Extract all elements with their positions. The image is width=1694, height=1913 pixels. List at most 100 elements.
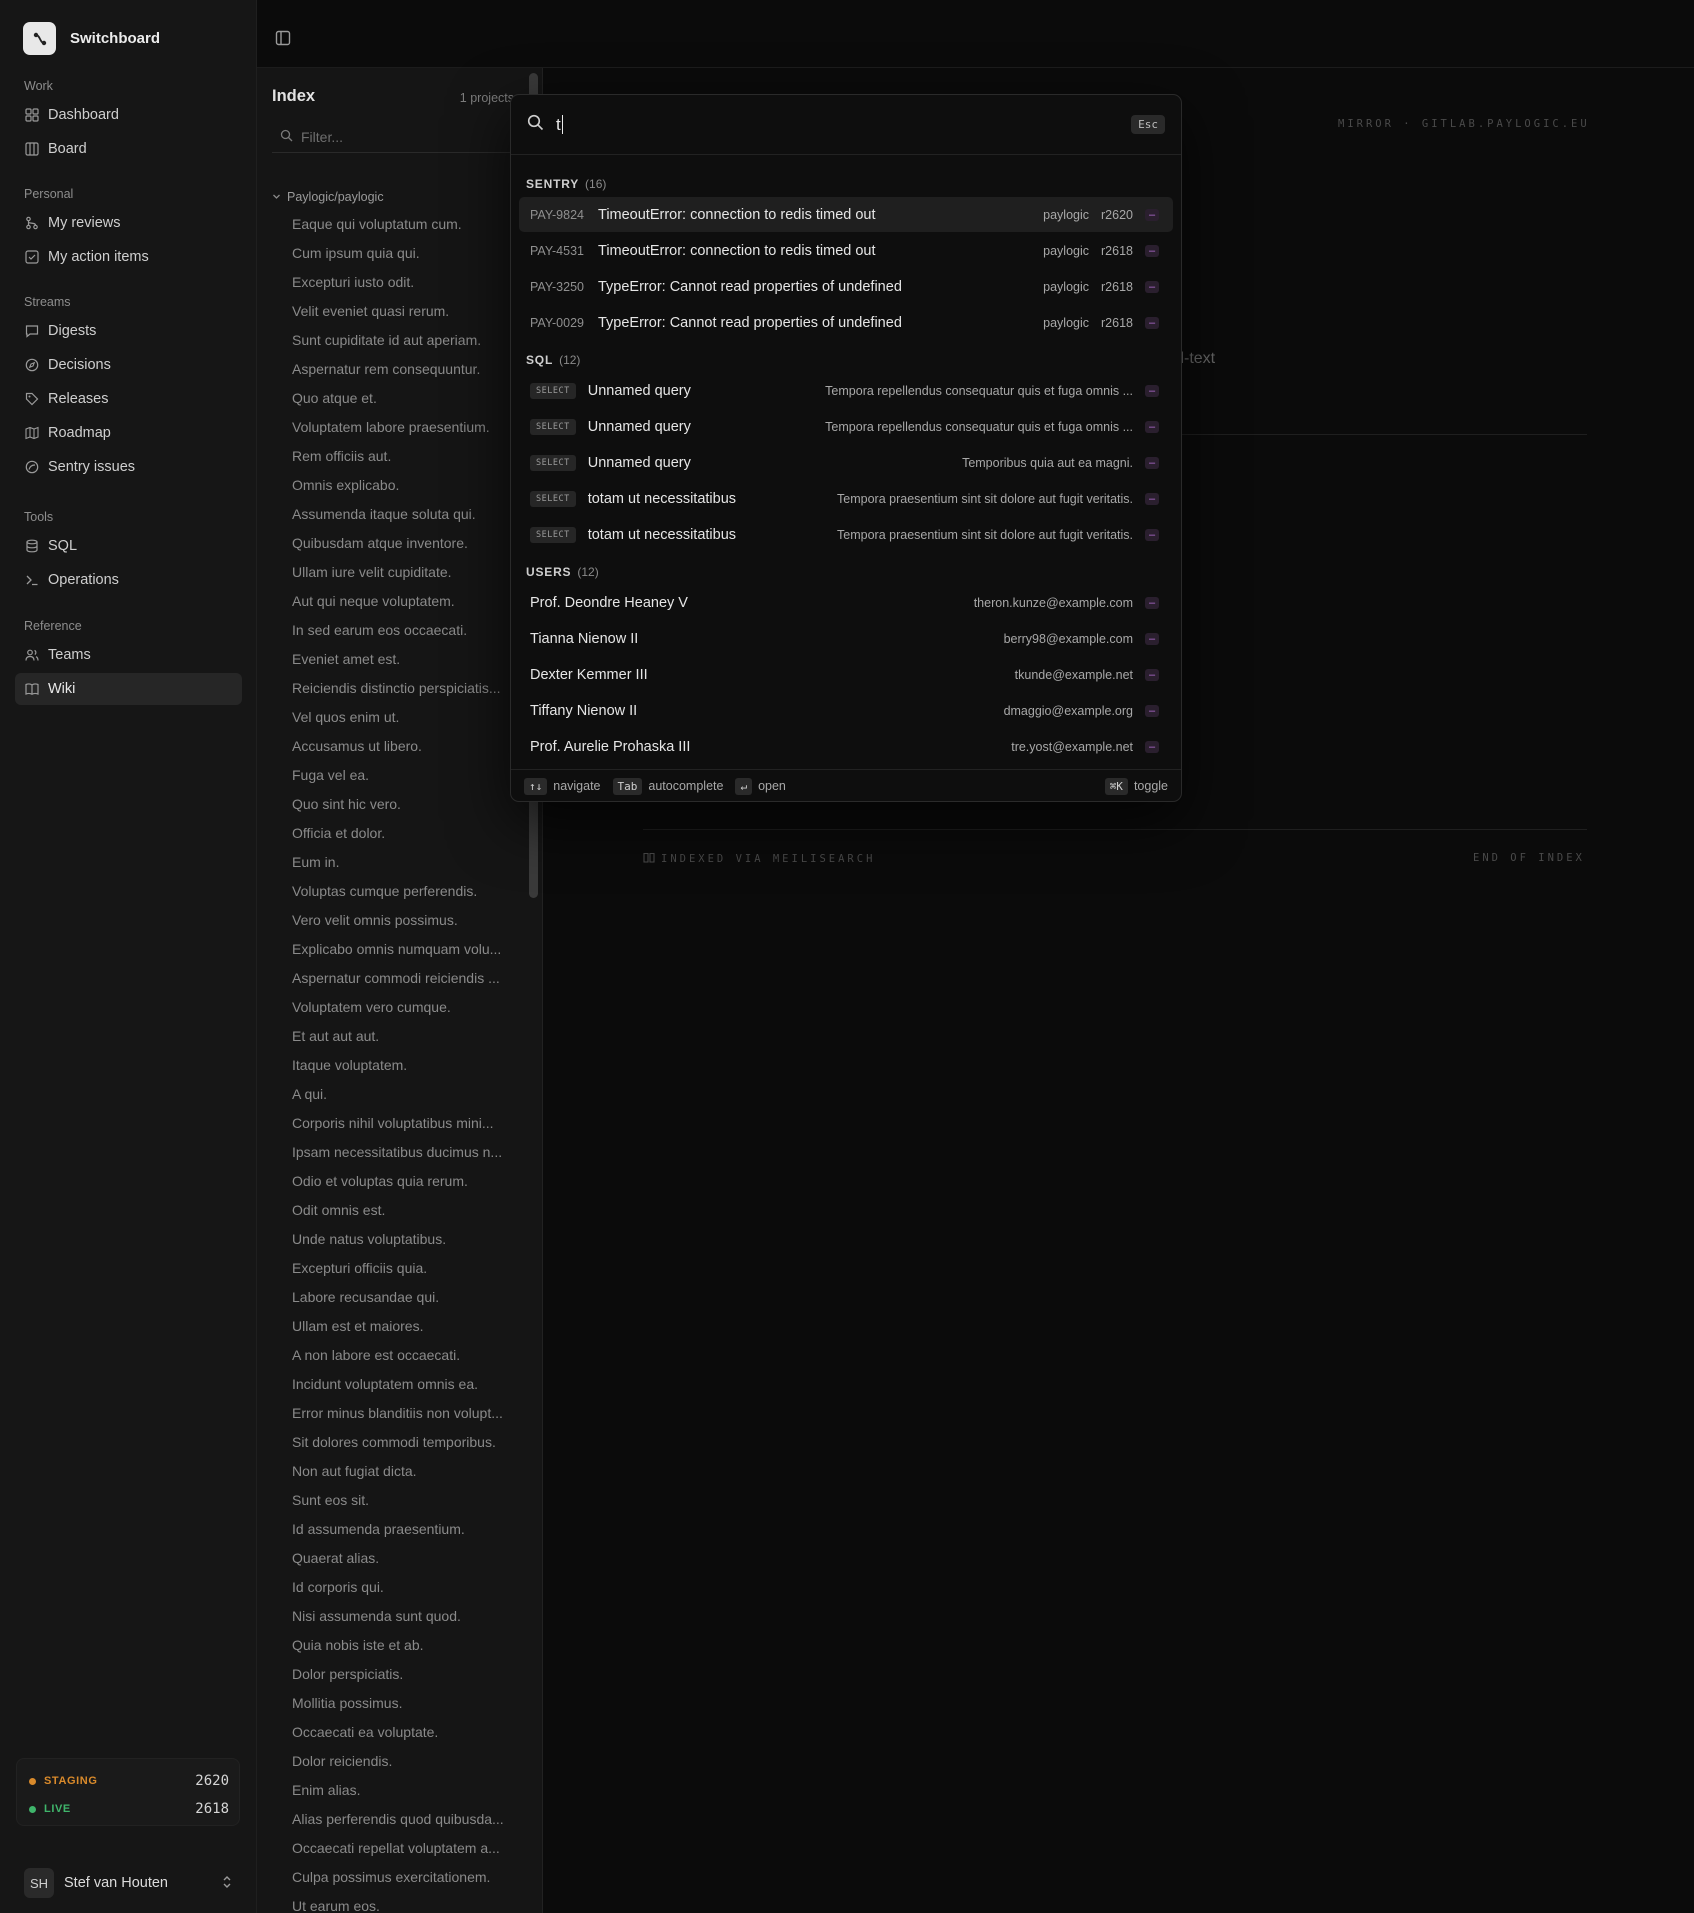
index-list-item[interactable]: Nisi assumenda sunt quod. bbox=[292, 1602, 532, 1631]
remove-icon[interactable]: – bbox=[1145, 280, 1159, 293]
index-list-item[interactable]: Eveniet amet est. bbox=[292, 645, 532, 674]
index-list-item[interactable]: Sit dolores commodi temporibus. bbox=[292, 1428, 532, 1457]
index-list-item[interactable]: Dolor reiciendis. bbox=[292, 1747, 532, 1776]
sidebar-item-roadmap[interactable]: Roadmap bbox=[15, 417, 242, 449]
index-list-item[interactable]: Labore recusandae qui. bbox=[292, 1283, 532, 1312]
sql-result-row[interactable]: SELECT totam ut necessitatibus Tempora pra… bbox=[519, 517, 1173, 552]
sidebar-item-sentry-issues[interactable]: Sentry issues bbox=[15, 451, 242, 483]
index-list-item[interactable]: Odio et voluptas quia rerum. bbox=[292, 1167, 532, 1196]
palette-search-input[interactable]: t Esc bbox=[511, 95, 1181, 155]
remove-icon[interactable]: – bbox=[1145, 492, 1159, 505]
index-list-item[interactable]: Occaecati ea voluptate. bbox=[292, 1718, 532, 1747]
sidebar-item-sql[interactable]: SQL bbox=[15, 530, 242, 562]
sql-result-row[interactable]: SELECT totam ut necessitatibus Tempora pra… bbox=[519, 481, 1173, 516]
index-list-item[interactable]: A qui. bbox=[292, 1080, 532, 1109]
sql-result-row[interactable]: SELECT Unnamed query Temporibus quia aut e… bbox=[519, 445, 1173, 480]
index-list-item[interactable]: Excepturi officiis quia. bbox=[292, 1254, 532, 1283]
index-list-item[interactable]: In sed earum eos occaecati. bbox=[292, 616, 532, 645]
index-list-item[interactable]: Culpa possimus exercitationem. bbox=[292, 1863, 532, 1892]
user-result-row[interactable]: Tiffany Nienow II dmaggio@example.org – bbox=[519, 693, 1173, 728]
user-result-row[interactable]: Prof. Aurelie Prohaska III tre.yost@examp… bbox=[519, 729, 1173, 764]
remove-icon[interactable]: – bbox=[1145, 632, 1159, 645]
index-list-item[interactable]: Vel quos enim ut. bbox=[292, 703, 532, 732]
index-list-item[interactable]: Velit eveniet quasi rerum. bbox=[292, 297, 532, 326]
index-list-item[interactable]: Eum in. bbox=[292, 848, 532, 877]
sidebar-toggle-icon[interactable] bbox=[275, 30, 291, 51]
index-filter-input[interactable]: Filter... bbox=[272, 121, 522, 153]
remove-icon[interactable]: – bbox=[1145, 208, 1159, 221]
index-list-item[interactable]: Reiciendis distinctio perspiciatis... bbox=[292, 674, 532, 703]
index-list-item[interactable]: Et aut aut aut. bbox=[292, 1022, 532, 1051]
index-list-item[interactable]: Voluptatem vero cumque. bbox=[292, 993, 532, 1022]
index-list-item[interactable]: Aspernatur rem consequuntur. bbox=[292, 355, 532, 384]
index-list-item[interactable]: Alias perferendis quod quibusda... bbox=[292, 1805, 532, 1834]
index-list-item[interactable]: Officia et dolor. bbox=[292, 819, 532, 848]
remove-icon[interactable]: – bbox=[1145, 420, 1159, 433]
index-list-item[interactable]: Dolor perspiciatis. bbox=[292, 1660, 532, 1689]
index-list-item[interactable]: Occaecati repellat voluptatem a... bbox=[292, 1834, 532, 1863]
sidebar-item-dashboard[interactable]: Dashboard bbox=[15, 99, 242, 131]
index-list-item[interactable]: Assumenda itaque soluta qui. bbox=[292, 500, 532, 529]
index-list-item[interactable]: Ut earum eos. bbox=[292, 1892, 532, 1913]
index-list-item[interactable]: Cum ipsum quia qui. bbox=[292, 239, 532, 268]
index-list-item[interactable]: Quo atque et. bbox=[292, 384, 532, 413]
remove-icon[interactable]: – bbox=[1145, 456, 1159, 469]
sentry-result-row[interactable]: PAY-0029 TypeError: Cannot read propertie… bbox=[519, 305, 1173, 340]
sentry-result-row[interactable]: PAY-9824 TimeoutError: connection to redi… bbox=[519, 197, 1173, 232]
brand[interactable]: Switchboard bbox=[23, 22, 160, 55]
index-list-item[interactable]: Unde natus voluptatibus. bbox=[292, 1225, 532, 1254]
index-list-item[interactable]: Fuga vel ea. bbox=[292, 761, 532, 790]
index-list-item[interactable]: Quia nobis iste et ab. bbox=[292, 1631, 532, 1660]
remove-icon[interactable]: – bbox=[1145, 704, 1159, 717]
sidebar-item-operations[interactable]: Operations bbox=[15, 564, 242, 596]
index-list-item[interactable]: Excepturi iusto odit. bbox=[292, 268, 532, 297]
remove-icon[interactable]: – bbox=[1145, 316, 1159, 329]
index-list-item[interactable]: Mollitia possimus. bbox=[292, 1689, 532, 1718]
index-list-item[interactable]: Omnis explicabo. bbox=[292, 471, 532, 500]
index-list-item[interactable]: A non labore est occaecati. bbox=[292, 1341, 532, 1370]
project-group-header[interactable]: Paylogic/paylogic 140 bbox=[272, 190, 532, 204]
remove-icon[interactable]: – bbox=[1145, 668, 1159, 681]
index-list-item[interactable]: Quo sint hic vero. bbox=[292, 790, 532, 819]
sql-result-row[interactable]: SELECT Unnamed query Tempora repellendus c… bbox=[519, 373, 1173, 408]
index-list-item[interactable]: Itaque voluptatem. bbox=[292, 1051, 532, 1080]
sidebar-item-decisions[interactable]: Decisions bbox=[15, 349, 242, 381]
index-list-item[interactable]: Aut qui neque voluptatem. bbox=[292, 587, 532, 616]
index-list-item[interactable]: Aspernatur commodi reiciendis ... bbox=[292, 964, 532, 993]
remove-icon[interactable]: – bbox=[1145, 596, 1159, 609]
index-list-item[interactable]: Quibusdam atque inventore. bbox=[292, 529, 532, 558]
index-list-item[interactable]: Id corporis qui. bbox=[292, 1573, 532, 1602]
sentry-result-row[interactable]: PAY-4531 TimeoutError: connection to redi… bbox=[519, 233, 1173, 268]
index-list-item[interactable]: Sunt cupiditate id aut aperiam. bbox=[292, 326, 532, 355]
index-list-item[interactable]: Rem officiis aut. bbox=[292, 442, 532, 471]
remove-icon[interactable]: – bbox=[1145, 740, 1159, 753]
sidebar-item-wiki[interactable]: Wiki bbox=[15, 673, 242, 705]
index-list-item[interactable]: Enim alias. bbox=[292, 1776, 532, 1805]
sidebar-item-teams[interactable]: Teams bbox=[15, 639, 242, 671]
sidebar-item-board[interactable]: Board bbox=[15, 133, 242, 165]
user-menu[interactable]: SH Stef van Houten bbox=[16, 1866, 240, 1900]
user-result-row[interactable]: Dexter Kemmer III tkunde@example.net – bbox=[519, 657, 1173, 692]
index-list-item[interactable]: Voluptas cumque perferendis. bbox=[292, 877, 532, 906]
index-list-item[interactable]: Non aut fugiat dicta. bbox=[292, 1457, 532, 1486]
index-list-item[interactable]: Ullam est et maiores. bbox=[292, 1312, 532, 1341]
index-list-item[interactable]: Odit omnis est. bbox=[292, 1196, 532, 1225]
sidebar-item-my-reviews[interactable]: My reviews bbox=[15, 207, 242, 239]
remove-icon[interactable]: – bbox=[1145, 528, 1159, 541]
index-list-item[interactable]: Incidunt voluptatem omnis ea. bbox=[292, 1370, 532, 1399]
index-list-item[interactable]: Voluptatem labore praesentium. bbox=[292, 413, 532, 442]
esc-key-badge[interactable]: Esc bbox=[1131, 115, 1165, 134]
index-list-item[interactable]: Eaque qui voluptatum cum. bbox=[292, 210, 532, 239]
index-list-item[interactable]: Corporis nihil voluptatibus mini... bbox=[292, 1109, 532, 1138]
index-list-item[interactable]: Ipsam necessitatibus ducimus n... bbox=[292, 1138, 532, 1167]
remove-icon[interactable]: – bbox=[1145, 244, 1159, 257]
remove-icon[interactable]: – bbox=[1145, 384, 1159, 397]
user-result-row[interactable]: Prof. Deondre Heaney V theron.kunze@examp… bbox=[519, 585, 1173, 620]
index-list-item[interactable]: Vero velit omnis possimus. bbox=[292, 906, 532, 935]
index-list-item[interactable]: Error minus blanditiis non volupt... bbox=[292, 1399, 532, 1428]
sentry-result-row[interactable]: PAY-3250 TypeError: Cannot read propertie… bbox=[519, 269, 1173, 304]
sidebar-item-releases[interactable]: Releases bbox=[15, 383, 242, 415]
index-list-item[interactable]: Explicabo omnis numquam volu... bbox=[292, 935, 532, 964]
index-list-item[interactable]: Quaerat alias. bbox=[292, 1544, 532, 1573]
sidebar-item-my-action-items[interactable]: My action items bbox=[15, 241, 242, 273]
